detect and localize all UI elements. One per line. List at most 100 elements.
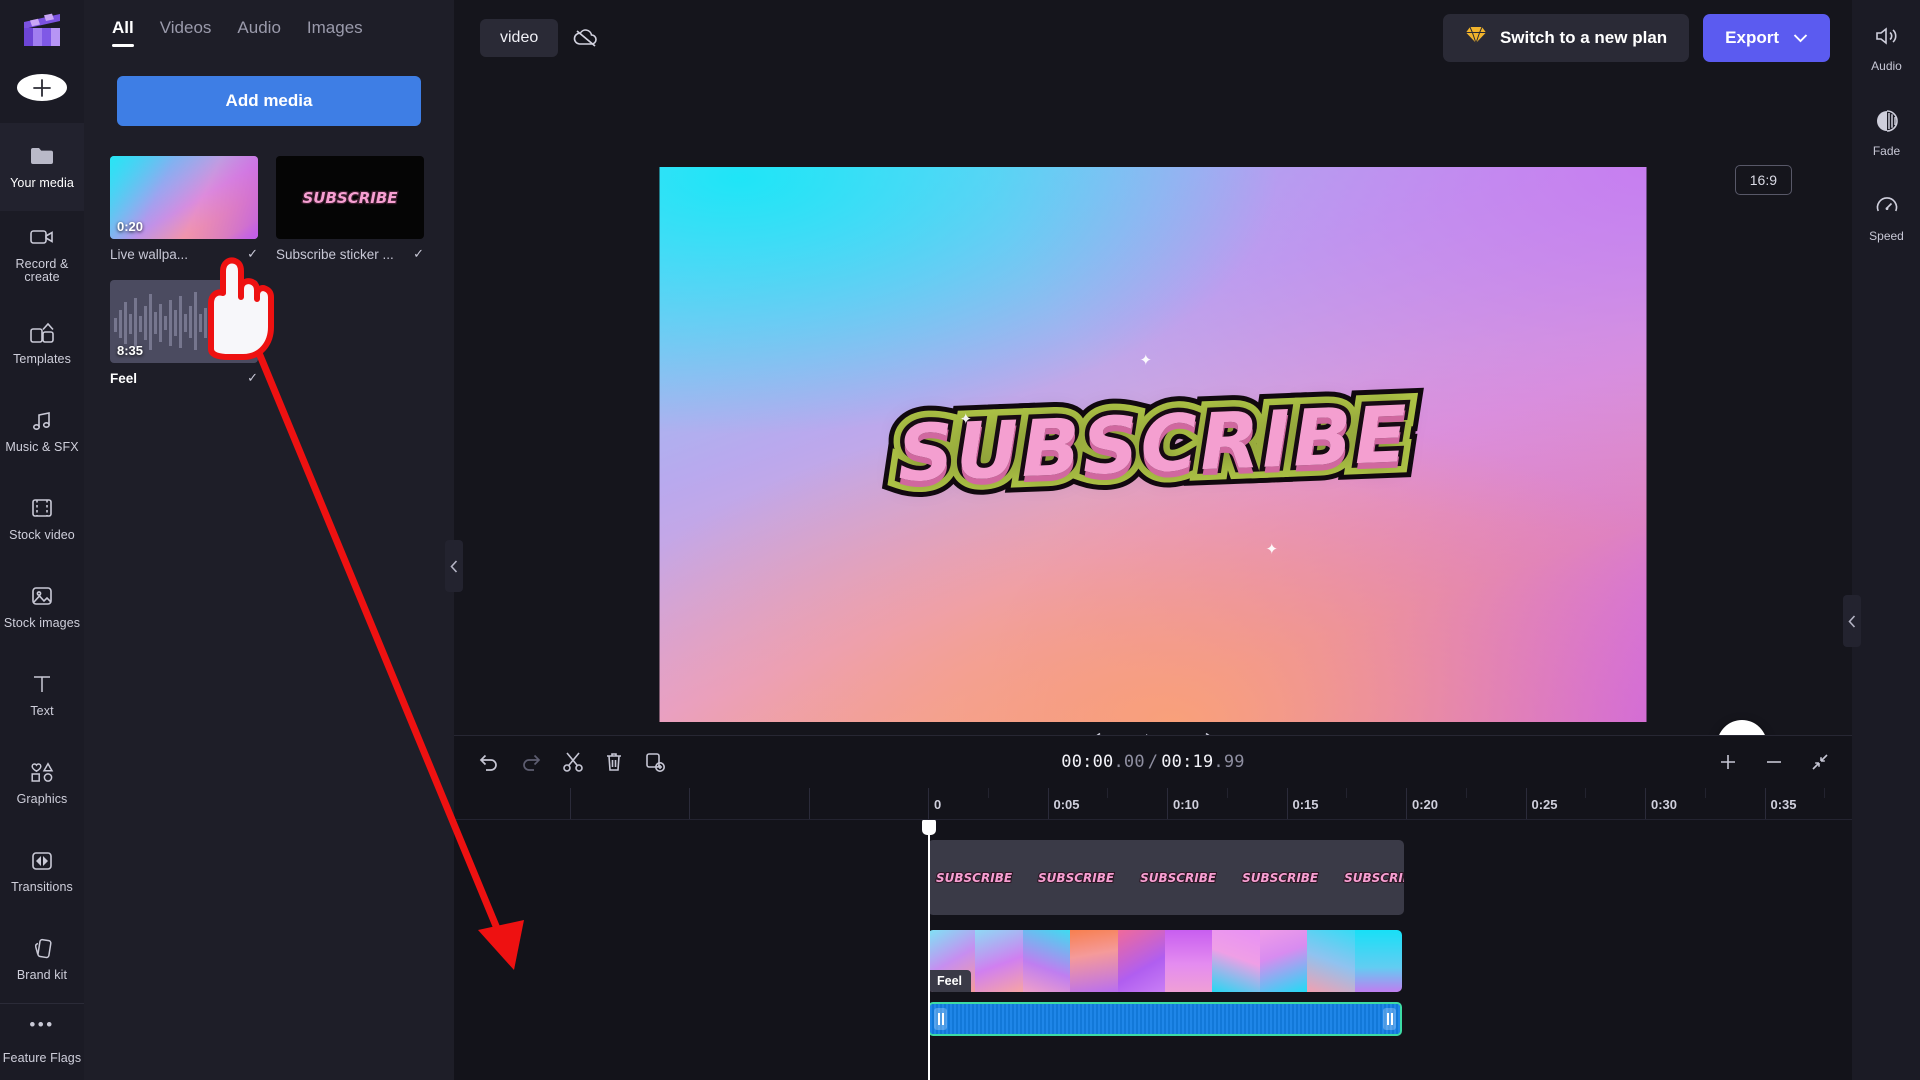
clipchamp-editor: Your media Record & create Templates Mus…: [0, 0, 1920, 1080]
sidebar-item-label: Feature Flags: [2, 1050, 82, 1065]
film-strip-icon: [30, 497, 54, 523]
timeline-ruler[interactable]: 00:050:100:150:200:250:300:350:400:450:5…: [454, 788, 1852, 820]
media-item-live-wallpaper[interactable]: 0:20 Live wallpa... ✓: [110, 156, 258, 262]
tab-videos[interactable]: Videos: [160, 18, 212, 47]
ruler-label: 0:15: [1292, 797, 1319, 812]
video-camera-icon: [29, 226, 55, 252]
text-t-icon: [31, 673, 53, 699]
sidebar-bottom: ••• Feature Flags: [0, 1003, 84, 1080]
playhead-knob[interactable]: [922, 820, 936, 835]
tab-audio[interactable]: Audio: [237, 18, 280, 47]
sticker-clip[interactable]: SUBSCRIBE SUBSCRIBE SUBSCRIBE SUBSCRIBE SUBS…: [928, 840, 1404, 915]
media-panel: All Videos Audio Images Add media 0:20 L…: [84, 0, 463, 1080]
video-clip[interactable]: Feel: [928, 930, 1402, 992]
total-time: 00:19: [1161, 752, 1214, 772]
ruler-tick: [689, 788, 690, 819]
project-name-field[interactable]: video: [480, 18, 559, 57]
sidebar-item-graphics[interactable]: Graphics: [0, 739, 84, 827]
export-label: Export: [1725, 27, 1779, 47]
ruler-tick-minor: [1824, 788, 1826, 798]
sidebar-item-label: Stock images: [3, 615, 81, 630]
redo-button[interactable]: [520, 752, 542, 772]
playhead[interactable]: [922, 820, 936, 1080]
switch-plan-button[interactable]: Switch to a new plan: [1442, 13, 1690, 62]
tab-all[interactable]: All: [112, 18, 134, 47]
video-clip-label: Feel: [928, 970, 972, 992]
media-item-subscribe-sticker[interactable]: SUBSCRIBE Subscribe sticker ... ✓: [276, 156, 424, 262]
panel-collapse-button[interactable]: [445, 540, 463, 592]
audio-clip[interactable]: [928, 1002, 1402, 1036]
zoom-in-button[interactable]: [1718, 752, 1738, 772]
ruler-label: 0: [934, 797, 942, 812]
right-item-fade[interactable]: Fade: [1853, 91, 1920, 176]
sidebar-item-label: Record & create: [15, 257, 69, 284]
sparkle-icon: ✦: [1265, 541, 1279, 558]
media-thumbnail[interactable]: SUBSCRIBE: [276, 156, 424, 239]
sidebar-item-music-sfx[interactable]: Music & SFX: [0, 387, 84, 475]
ruler-label: 0:30: [1651, 797, 1678, 812]
sidebar-item-label: Templates: [13, 351, 71, 366]
tab-images[interactable]: Images: [307, 18, 363, 47]
right-item-audio[interactable]: Audio: [1853, 6, 1920, 91]
speedometer-icon: [1875, 194, 1899, 223]
aspect-ratio-badge[interactable]: 16:9: [1734, 165, 1792, 195]
video-canvas[interactable]: SUBSCRIBE SUBSCRIBE SUBSCRIBE ✦ ✦ ✦: [659, 167, 1647, 722]
sidebar-item-your-media[interactable]: Your media: [0, 123, 84, 211]
current-time: 00:00: [1061, 752, 1114, 772]
timecode-separator: /: [1147, 752, 1159, 772]
sidebar-item-stock-images[interactable]: Stock images: [0, 563, 84, 651]
audio-trim-right[interactable]: [1383, 1008, 1396, 1030]
media-thumbnail[interactable]: 0:20: [110, 156, 258, 239]
media-thumbnail[interactable]: 8:35: [110, 280, 258, 363]
undo-button[interactable]: [478, 752, 500, 772]
sidebar-item-templates[interactable]: Templates: [0, 299, 84, 387]
ruler-tick-minor: [1465, 788, 1467, 798]
duplicate-button[interactable]: [644, 751, 666, 773]
shapes-icon: [29, 761, 55, 787]
check-icon: ✓: [247, 246, 258, 261]
right-item-speed[interactable]: Speed: [1853, 176, 1920, 261]
zoom-out-button[interactable]: [1764, 752, 1784, 772]
check-icon: ✓: [247, 370, 258, 385]
audio-trim-left[interactable]: [934, 1008, 947, 1030]
ruler-tick: [808, 788, 810, 819]
sidebar-item-label: Stock video: [9, 527, 75, 542]
delete-button[interactable]: [604, 751, 624, 773]
export-button[interactable]: Export: [1703, 13, 1830, 62]
sidebar-item-brand-kit[interactable]: Brand kit: [0, 915, 84, 1003]
media-name: Subscribe sticker ...: [276, 246, 394, 262]
sidebar-item-label: Your media: [10, 175, 74, 190]
fit-to-screen-button[interactable]: [1810, 752, 1830, 772]
media-duration: 8:35: [117, 343, 144, 358]
cloud-off-icon[interactable]: [572, 26, 600, 50]
sidebar-item-record-create[interactable]: Record & create: [0, 211, 84, 299]
right-item-label: Audio: [1871, 59, 1902, 73]
add-button[interactable]: [17, 74, 67, 101]
ruler-label: 0:05: [1053, 797, 1080, 812]
transitions-icon: [30, 849, 54, 875]
templates-icon: [29, 321, 55, 347]
add-media-button[interactable]: Add media: [117, 76, 421, 126]
sidebar-item-text[interactable]: Text: [0, 651, 84, 739]
sidebar-item-stock-video[interactable]: Stock video: [0, 475, 84, 563]
media-item-feel-audio[interactable]: 8:35 Feel ✓: [110, 280, 258, 386]
media-grid: 0:20 Live wallpa... ✓ SUBSCRIBE Subscrib…: [84, 156, 454, 386]
media-panel-tabs: All Videos Audio Images: [84, 0, 454, 58]
speaker-icon: [1874, 24, 1900, 53]
clapperboard-icon: [20, 10, 64, 50]
stage-collapse-button[interactable]: [1843, 595, 1861, 647]
more-dots-icon: •••: [29, 1014, 55, 1034]
sticker-thumbnail-label: SUBSCRIBE: [935, 870, 1013, 886]
image-icon: [30, 585, 54, 611]
media-name: Live wallpa...: [110, 246, 189, 262]
sidebar-item-feature-flags[interactable]: ••• Feature Flags: [0, 1010, 84, 1074]
sidebar-item-transitions[interactable]: Transitions: [0, 827, 84, 915]
right-item-label: Fade: [1872, 144, 1901, 158]
split-button[interactable]: [562, 751, 584, 773]
sparkle-icon: ✦: [1139, 352, 1153, 369]
sidebar-item-label: Text: [30, 703, 54, 718]
right-item-label: Speed: [1869, 229, 1904, 243]
total-time-ms: .99: [1213, 752, 1245, 772]
media-name: Feel: [110, 370, 138, 386]
subscribe-artwork: SUBSCRIBE: [891, 385, 1415, 504]
